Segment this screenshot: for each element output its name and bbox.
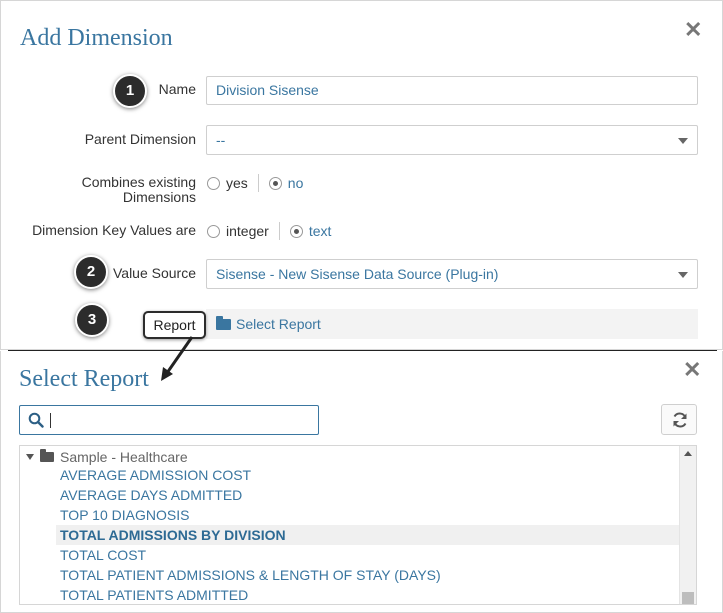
list-item-highlighted[interactable]: TOTAL ADMISSIONS BY DIVISION bbox=[56, 525, 680, 545]
scrollbar[interactable] bbox=[679, 446, 696, 604]
report-tree: Sample - Healthcare AVERAGE ADMISSION CO… bbox=[19, 445, 697, 605]
list-item[interactable]: AVERAGE DAYS ADMITTED bbox=[56, 485, 680, 505]
report-row: Select Report bbox=[206, 309, 698, 339]
value-source-select[interactable]: Sisense - New Sisense Data Source (Plug-… bbox=[206, 259, 698, 289]
key-values-label: Dimension Key Values are bbox=[32, 222, 196, 238]
folder-icon bbox=[40, 449, 54, 462]
collapse-triangle-icon[interactable] bbox=[26, 454, 34, 460]
radio-yes[interactable] bbox=[207, 176, 220, 190]
list-item[interactable]: TOTAL PATIENT ADMISSIONS & LENGTH OF STA… bbox=[56, 565, 680, 585]
caret-down-icon bbox=[678, 138, 688, 144]
refresh-icon bbox=[673, 412, 687, 428]
parent-dimension-label: Parent Dimension bbox=[84, 131, 196, 147]
callout-1: 1 bbox=[113, 74, 147, 108]
close-icon[interactable]: ✕ bbox=[683, 359, 701, 381]
search-input[interactable] bbox=[19, 405, 319, 435]
combines-yes-label[interactable]: yes bbox=[226, 175, 248, 191]
parent-dimension-select[interactable]: -- bbox=[206, 125, 698, 155]
select-report-link[interactable]: Select Report bbox=[216, 315, 321, 332]
select-report-label[interactable]: Select Report bbox=[236, 316, 321, 332]
scroll-up-icon[interactable] bbox=[684, 451, 692, 456]
name-input[interactable]: Division Sisense bbox=[206, 76, 698, 105]
combines-label-line2: Dimensions bbox=[122, 189, 196, 205]
tree-folder[interactable]: Sample - Healthcare bbox=[26, 448, 188, 466]
list-item[interactable]: TOTAL PATIENTS ADMITTED bbox=[56, 585, 680, 604]
combines-label: Combines existing Dimensions bbox=[41, 175, 196, 205]
callout-2: 2 bbox=[74, 255, 108, 289]
combines-radio-group: yes no bbox=[207, 174, 303, 192]
text-cursor bbox=[50, 413, 51, 428]
combines-label-line1: Combines existing bbox=[81, 174, 196, 190]
arrow-annotation bbox=[161, 336, 194, 381]
close-icon[interactable]: ✕ bbox=[684, 19, 702, 41]
refresh-button[interactable] bbox=[661, 404, 697, 435]
key-text-label[interactable]: text bbox=[309, 223, 332, 239]
parent-dimension-value: -- bbox=[216, 132, 226, 148]
value-source-value: Sisense - New Sisense Data Source (Plug-… bbox=[216, 266, 499, 282]
list-item[interactable]: AVERAGE ADMISSION COST bbox=[56, 465, 680, 485]
radio-text[interactable] bbox=[289, 224, 303, 238]
add-dimension-dialog: Add Dimension ✕ Name Division Sisense Pa… bbox=[0, 0, 723, 350]
select-report-title: Select Report bbox=[19, 366, 149, 392]
key-values-radio-group: integer text bbox=[207, 222, 331, 240]
radio-separator bbox=[278, 222, 280, 240]
search-icon bbox=[28, 412, 44, 428]
radio-integer[interactable] bbox=[207, 224, 220, 238]
tree-folder-label: Sample - Healthcare bbox=[60, 449, 188, 465]
folder-icon bbox=[216, 315, 231, 330]
dialog-title: Add Dimension bbox=[20, 25, 173, 51]
list-item[interactable]: TOP 10 DIAGNOSIS bbox=[56, 505, 680, 525]
combines-no-label[interactable]: no bbox=[288, 175, 304, 191]
radio-separator bbox=[257, 174, 259, 192]
callout-3: 3 bbox=[75, 303, 109, 337]
radio-no[interactable] bbox=[268, 176, 282, 190]
list-item[interactable]: TOTAL COST bbox=[56, 545, 680, 565]
key-integer-label[interactable]: integer bbox=[226, 223, 269, 239]
scroll-thumb[interactable] bbox=[682, 592, 694, 604]
caret-down-icon bbox=[678, 272, 688, 278]
